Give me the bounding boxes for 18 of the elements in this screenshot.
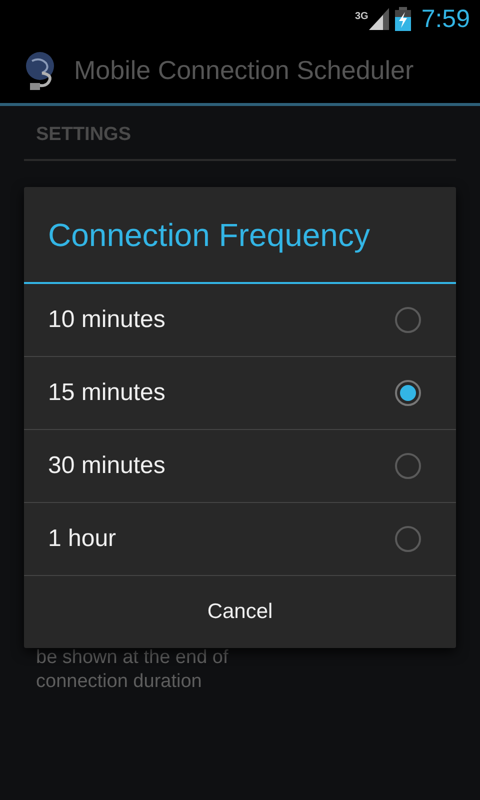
option-row[interactable]: 10 minutes — [24, 284, 456, 357]
section-header: SETTINGS — [36, 124, 132, 145]
cancel-button[interactable]: Cancel — [24, 576, 456, 648]
network-type: 3G — [354, 12, 368, 22]
app-title: Mobile Connection Scheduler — [74, 54, 414, 87]
option-row[interactable]: 1 hour — [24, 503, 456, 576]
option-row[interactable]: 15 minutes — [24, 357, 456, 430]
radio-button[interactable] — [395, 380, 421, 406]
radio-button[interactable] — [395, 453, 421, 479]
option-row[interactable]: 30 minutes — [24, 430, 456, 503]
battery-charging-icon — [395, 7, 412, 31]
signal-icon — [369, 8, 390, 30]
summary-text: be shown at the end of — [36, 646, 228, 670]
summary-text: connection duration — [36, 670, 203, 694]
clock-time: 7:59 — [421, 6, 470, 32]
radio-button[interactable] — [395, 526, 421, 552]
dialog-title: Connection Frequency — [48, 216, 370, 255]
radio-button[interactable] — [395, 307, 421, 333]
